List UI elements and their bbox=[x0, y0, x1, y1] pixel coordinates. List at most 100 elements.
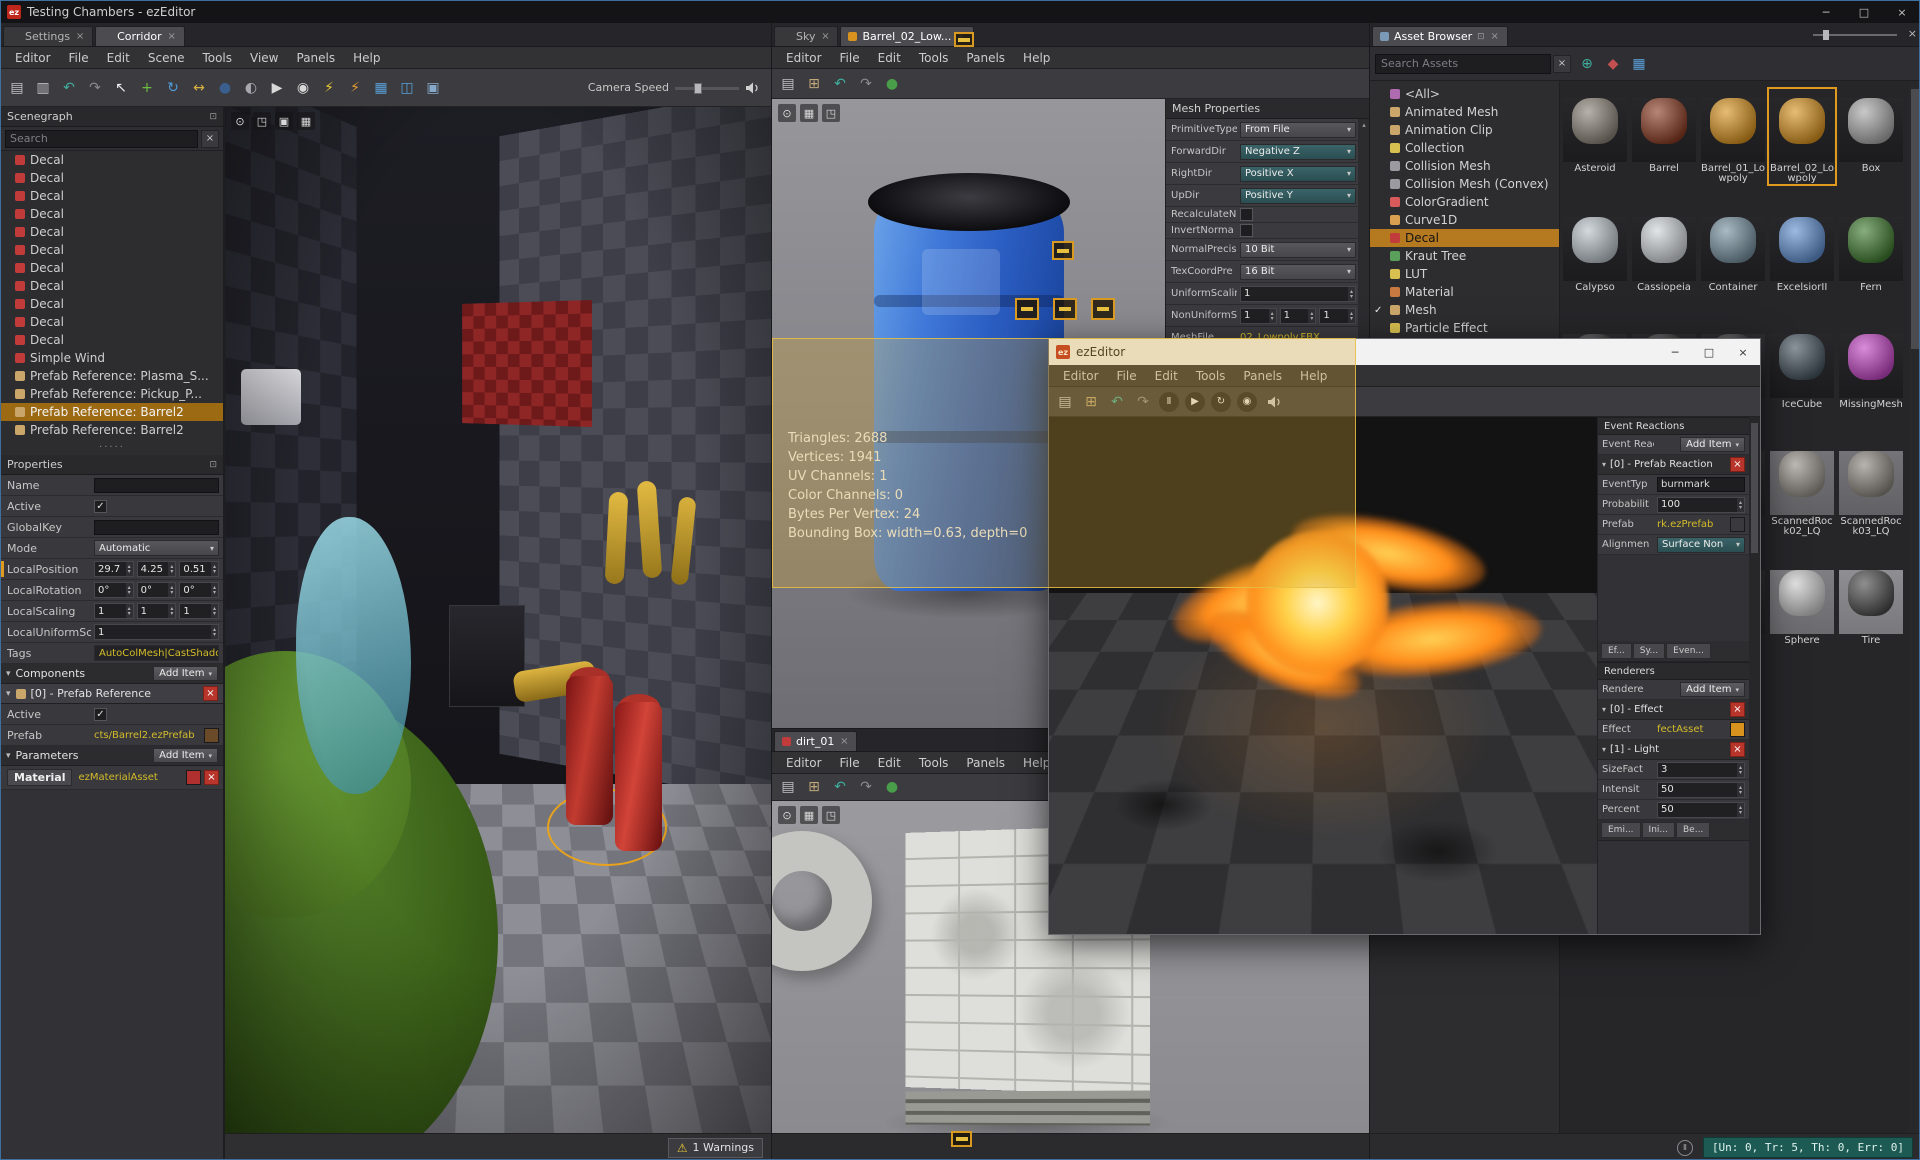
material-color-swatch[interactable] bbox=[186, 770, 201, 785]
maximize-viewport-icon[interactable]: ◳ bbox=[822, 104, 840, 122]
asset-tile[interactable]: IceCube bbox=[1769, 325, 1835, 418]
thumbnail-size-slider[interactable] bbox=[1813, 29, 1897, 41]
scenegraph-item[interactable]: Prefab Reference: Pickup_P... bbox=[1, 385, 223, 403]
scenegraph-item[interactable]: Decal bbox=[1, 169, 223, 187]
scenegraph-item[interactable]: Decal bbox=[1, 277, 223, 295]
document-tab[interactable]: Corridor bbox=[95, 26, 185, 46]
scenegraph-item[interactable]: Decal bbox=[1, 223, 223, 241]
intensity-stepper[interactable]: 50 bbox=[1657, 781, 1745, 798]
effect-tab[interactable]: Sy... bbox=[1632, 643, 1666, 659]
play-scene-icon[interactable]: ▶ bbox=[265, 76, 289, 100]
forward-dir-dropdown[interactable]: Negative Z bbox=[1240, 143, 1356, 160]
pause-button[interactable]: Ⅱ bbox=[1159, 391, 1179, 412]
asset-tile[interactable]: ScannedRock02_LQ bbox=[1769, 442, 1835, 537]
pause-processing-icon[interactable] bbox=[1676, 1139, 1693, 1156]
save-document-icon[interactable]: ▤ bbox=[776, 72, 800, 96]
asset-type-filter[interactable]: ColorGradient bbox=[1370, 193, 1559, 211]
alignment-dropdown[interactable]: Surface Non bbox=[1657, 536, 1745, 553]
position-z-stepper[interactable]: 0.51 bbox=[179, 561, 220, 577]
menu-item[interactable]: Panels bbox=[289, 49, 344, 67]
menu-item[interactable]: Help bbox=[345, 49, 388, 67]
menu-item[interactable]: Tools bbox=[911, 49, 957, 67]
asset-type-filter[interactable]: Kraut Tree bbox=[1370, 247, 1559, 265]
export-scene-icon[interactable]: ⚡ bbox=[343, 76, 367, 100]
tab-close-icon[interactable] bbox=[839, 736, 849, 747]
redo-icon[interactable]: ↷ bbox=[854, 775, 878, 799]
asset-type-filter[interactable]: Particle Effect bbox=[1370, 319, 1559, 337]
simulate-icon[interactable]: ◉ bbox=[291, 76, 315, 100]
dock-panel-icon[interactable] bbox=[209, 112, 217, 122]
rotation-x-stepper[interactable]: 0° bbox=[94, 582, 134, 598]
maximize-button[interactable]: □ bbox=[1692, 339, 1726, 365]
asset-type-filter[interactable]: LUT bbox=[1370, 265, 1559, 283]
invert-normals-checkbox[interactable] bbox=[1240, 224, 1253, 237]
asset-tile[interactable]: Cassiopeia bbox=[1631, 208, 1697, 301]
menu-item[interactable]: Editor bbox=[778, 754, 830, 772]
menu-item[interactable]: Tools bbox=[194, 49, 240, 67]
translate-gizmo-icon[interactable]: + bbox=[135, 76, 159, 100]
add-parameter-button[interactable]: Add Item bbox=[153, 748, 218, 763]
render-pipeline-icon[interactable]: ● bbox=[213, 76, 237, 100]
grid-snap-icon[interactable]: ▦ bbox=[369, 76, 393, 100]
menu-item[interactable]: Editor bbox=[778, 49, 830, 67]
asset-type-filter[interactable]: Decal bbox=[1370, 229, 1559, 247]
scenegraph-item[interactable]: Decal bbox=[1, 187, 223, 205]
clear-search-icon[interactable] bbox=[1553, 54, 1571, 73]
renderer-tab[interactable]: Emi... bbox=[1601, 822, 1641, 838]
document-tab[interactable]: Sky bbox=[774, 26, 839, 46]
grid-toggle-icon[interactable]: ▦ bbox=[800, 806, 818, 824]
tab-close-icon[interactable] bbox=[75, 31, 85, 42]
scenegraph-item[interactable]: Prefab Reference: Plasma_S... bbox=[1, 367, 223, 385]
prefab-reaction-section[interactable]: ▾ [0] - Prefab Reaction bbox=[1598, 455, 1749, 475]
asset-type-filter[interactable]: Collision Mesh bbox=[1370, 157, 1559, 175]
warnings-badge[interactable]: 1 Warnings bbox=[667, 1137, 763, 1158]
menu-item[interactable]: Edit bbox=[870, 49, 909, 67]
asset-tile[interactable]: Asteroid bbox=[1562, 89, 1628, 184]
play-button[interactable]: ▶ bbox=[1185, 391, 1205, 412]
menu-item[interactable]: File bbox=[832, 49, 868, 67]
prefab-asset-reference[interactable]: cts/Barrel2.ezPrefab bbox=[94, 730, 201, 741]
maximize-viewport-icon[interactable]: ▣ bbox=[275, 112, 293, 130]
undo-icon[interactable]: ↶ bbox=[828, 72, 852, 96]
select-tool-icon[interactable]: ↖ bbox=[109, 76, 133, 100]
save-document-icon[interactable]: ▤ bbox=[5, 76, 29, 100]
close-button[interactable]: × bbox=[1726, 339, 1760, 365]
material-asset-reference[interactable]: ezMaterialAsset bbox=[75, 772, 183, 783]
rotation-y-stepper[interactable]: 0° bbox=[136, 582, 177, 598]
remove-renderer-button[interactable] bbox=[1730, 702, 1745, 717]
normal-precision-dropdown[interactable]: 10 Bit bbox=[1240, 241, 1356, 258]
check-in-icon[interactable]: ⊕ bbox=[1575, 52, 1599, 76]
menu-item[interactable]: Panels bbox=[1235, 367, 1290, 385]
scenegraph-item[interactable]: Prefab Reference: Barrel2 bbox=[1, 421, 223, 439]
asset-type-filter[interactable]: Material bbox=[1370, 283, 1559, 301]
panel-splitter-handle[interactable] bbox=[1, 443, 223, 455]
speaker-icon[interactable] bbox=[1267, 395, 1283, 409]
maximize-viewport-icon[interactable]: ◳ bbox=[822, 806, 840, 824]
effect-renderer-section[interactable]: ▾ [0] - Effect bbox=[1598, 700, 1749, 720]
menu-item[interactable]: File bbox=[1109, 367, 1145, 385]
remove-component-button[interactable] bbox=[203, 686, 218, 701]
thumbnail-icon[interactable]: ⚡ bbox=[317, 76, 341, 100]
asset-type-filter[interactable]: Animated Mesh bbox=[1370, 103, 1559, 121]
redo-icon[interactable]: ↷ bbox=[854, 72, 878, 96]
remove-reaction-button[interactable] bbox=[1730, 457, 1745, 472]
camera-icon[interactable]: ⊙ bbox=[778, 104, 796, 122]
remove-parameter-button[interactable] bbox=[204, 770, 219, 785]
rotate-snap-icon[interactable]: ◫ bbox=[395, 76, 419, 100]
asset-tile[interactable]: Container bbox=[1700, 208, 1766, 301]
effect-tab[interactable]: Even... bbox=[1666, 643, 1711, 659]
active-checkbox[interactable] bbox=[94, 499, 107, 513]
add-event-reaction-button[interactable]: Add Item bbox=[1680, 437, 1745, 452]
add-component-button[interactable]: Add Item bbox=[153, 666, 218, 681]
menu-item[interactable]: Editor bbox=[7, 49, 59, 67]
scale-z-stepper[interactable]: 1 bbox=[179, 603, 220, 619]
component-active-checkbox[interactable] bbox=[94, 707, 107, 721]
prefab-browse-button[interactable] bbox=[1730, 517, 1745, 532]
asset-tile[interactable]: ExcelsiorII bbox=[1769, 208, 1835, 301]
particle-editor-window[interactable]: ez ezEditor ─ □ × Editor File Edit Tools Pan… bbox=[1048, 338, 1761, 935]
tab-close-icon[interactable] bbox=[1490, 31, 1500, 42]
rotation-z-stepper[interactable]: 0° bbox=[179, 582, 220, 598]
menu-item[interactable]: Edit bbox=[870, 754, 909, 772]
reaction-prefab-reference[interactable]: rk.ezPrefab bbox=[1657, 519, 1727, 530]
minimize-button[interactable]: ─ bbox=[1658, 339, 1692, 365]
